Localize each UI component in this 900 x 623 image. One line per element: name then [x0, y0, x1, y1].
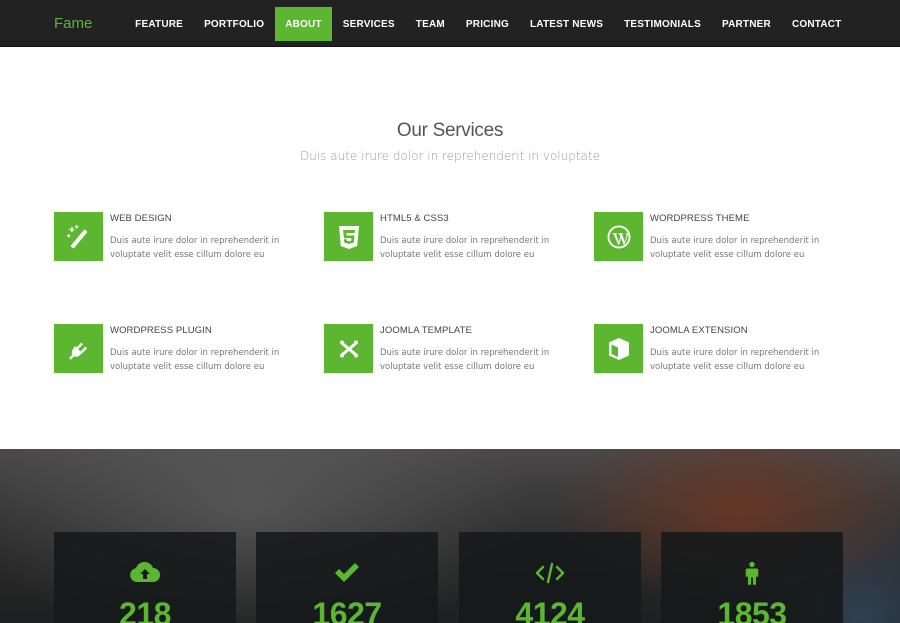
service-joomla-extension: JOOMLA EXTENSION Duis aute irure dolor i… [594, 324, 834, 384]
service-text: Duis aute irure dolor in reprehenderit i… [380, 236, 550, 260]
cloud-upload-icon [54, 560, 236, 586]
css3-icon [324, 212, 373, 261]
person-icon [661, 560, 843, 586]
service-text: Duis aute irure dolor in reprehenderit i… [110, 348, 280, 372]
nav-item-feature[interactable]: FEATURE [125, 7, 194, 41]
service-text: Duis aute irure dolor in reprehenderit i… [650, 348, 820, 372]
magic-wand-icon [54, 212, 103, 261]
service-title: WEB DESIGN [110, 213, 172, 224]
stat-value: 1627 [312, 596, 382, 623]
service-title: WORDPRESS THEME [650, 213, 750, 224]
stat-value: 218 [119, 596, 171, 623]
services-title: Our Services [396, 120, 504, 141]
stat-box: 1853 [661, 532, 843, 623]
navbar: Fame FEATURE PORTFOLIO ABOUT SERVICES TE… [0, 0, 900, 47]
stat-box: 4124 [459, 532, 641, 623]
nav-item-testimonials[interactable]: TESTIMONIALS [614, 7, 712, 41]
nav-item-portfolio[interactable]: PORTFOLIO [194, 7, 275, 41]
service-title: JOOMLA EXTENSION [650, 325, 748, 336]
service-html5-css3: HTML5 & CSS3 Duis aute irure dolor in re… [324, 212, 564, 272]
nav-item-about[interactable]: ABOUT [274, 7, 333, 41]
services-subtitle: Duis aute irure dolor in reprehenderit i… [300, 149, 600, 163]
nav-item-pricing[interactable]: PRICING [455, 7, 519, 41]
stats-section: 218 1627 4124 1853 [0, 449, 900, 623]
service-text: Duis aute irure dolor in reprehenderit i… [650, 236, 820, 260]
code-icon [459, 560, 641, 586]
service-wordpress-plugin: WORDPRESS PLUGIN Duis aute irure dolor i… [54, 324, 294, 384]
joomla-icon [324, 324, 373, 373]
service-text: Duis aute irure dolor in reprehenderit i… [380, 348, 550, 372]
stat-box: 1627 [256, 532, 438, 623]
service-title: JOOMLA TEMPLATE [380, 325, 472, 336]
check-icon [256, 560, 438, 586]
service-joomla-template: JOOMLA TEMPLATE Duis aute irure dolor in… [324, 324, 564, 384]
nav-item-partner[interactable]: PARTNER [711, 7, 781, 41]
nav-item-services[interactable]: SERVICES [332, 7, 405, 41]
stat-value: 4124 [515, 596, 585, 623]
service-text: Duis aute irure dolor in reprehenderit i… [110, 236, 280, 260]
cube-icon [594, 324, 643, 373]
stat-box: 218 [54, 532, 236, 623]
plug-icon [54, 324, 103, 373]
wordpress-icon [594, 212, 643, 261]
brand-logo[interactable]: Fame [54, 15, 92, 32]
nav-item-latest-news[interactable]: LATEST NEWS [519, 7, 613, 41]
service-title: WORDPRESS PLUGIN [110, 325, 212, 336]
service-title: HTML5 & CSS3 [380, 213, 449, 224]
service-wordpress-theme: WORDPRESS THEME Duis aute irure dolor in… [594, 212, 834, 272]
nav-item-team[interactable]: TEAM [405, 7, 455, 41]
service-web-design: WEB DESIGN Duis aute irure dolor in repr… [54, 212, 294, 272]
main-nav: FEATURE PORTFOLIO ABOUT SERVICES TEAM PR… [125, 7, 852, 41]
nav-item-contact[interactable]: CONTACT [781, 7, 852, 41]
stat-value: 1853 [717, 596, 787, 623]
